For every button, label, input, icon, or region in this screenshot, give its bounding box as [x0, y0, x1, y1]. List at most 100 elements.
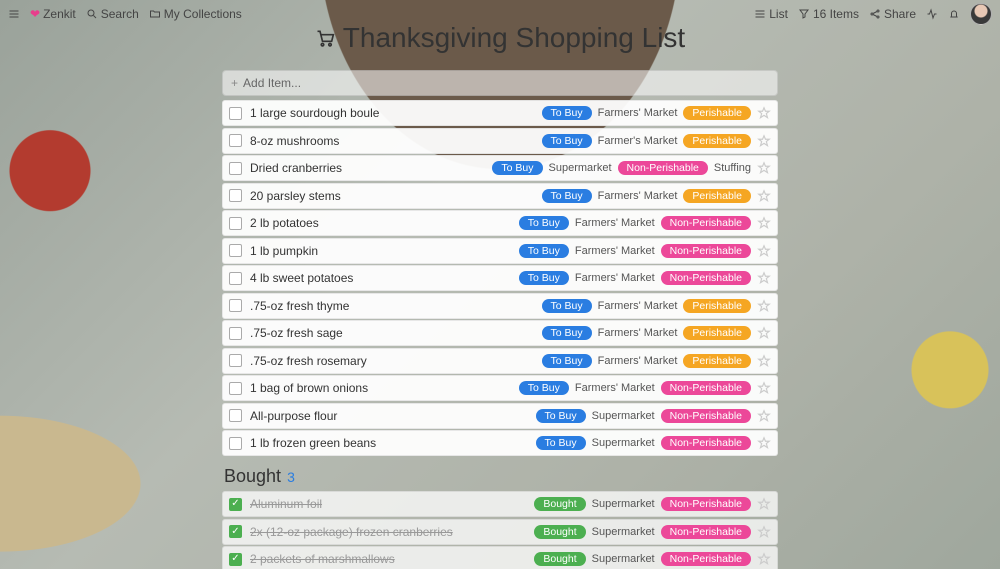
- star-icon[interactable]: [757, 409, 771, 423]
- nonperishable-pill: Non-Perishable: [661, 381, 751, 395]
- checkbox[interactable]: [229, 217, 242, 230]
- checkbox[interactable]: [229, 354, 242, 367]
- filter-icon: [798, 8, 810, 20]
- checkbox[interactable]: [229, 189, 242, 202]
- checkbox[interactable]: [229, 409, 242, 422]
- checkbox[interactable]: ✓: [229, 525, 242, 538]
- list-icon: [754, 8, 766, 20]
- checkbox[interactable]: [229, 244, 242, 257]
- star-icon[interactable]: [757, 381, 771, 395]
- list-item[interactable]: 1 large sourdough bouleTo BuyFarmers' Ma…: [222, 100, 778, 126]
- source-label: Supermarket: [592, 526, 655, 538]
- star-icon[interactable]: [757, 299, 771, 313]
- checkbox[interactable]: [229, 134, 242, 147]
- star-icon[interactable]: [757, 106, 771, 120]
- view-selector[interactable]: List: [754, 7, 788, 21]
- tobuy-pill: To Buy: [519, 271, 569, 285]
- list-item[interactable]: .75-oz fresh thymeTo BuyFarmers' MarketP…: [222, 293, 778, 319]
- list-item[interactable]: 1 bag of brown onionsTo BuyFarmers' Mark…: [222, 375, 778, 401]
- list-item[interactable]: All-purpose flourTo BuySupermarketNon-Pe…: [222, 403, 778, 429]
- item-name: 1 lb pumpkin: [250, 244, 519, 258]
- list-item[interactable]: Dried cranberriesTo BuySupermarketNon-Pe…: [222, 155, 778, 181]
- star-icon[interactable]: [757, 354, 771, 368]
- source-label: Farmer's Market: [598, 135, 678, 147]
- avatar[interactable]: [970, 3, 992, 25]
- item-name: 2 lb potatoes: [250, 216, 519, 230]
- tobuy-pill: To Buy: [542, 189, 592, 203]
- source-label: Supermarket: [592, 437, 655, 449]
- filter-button[interactable]: 16 Items: [798, 7, 859, 21]
- checkbox[interactable]: [229, 382, 242, 395]
- activity-button[interactable]: [926, 8, 938, 20]
- tobuy-pill: To Buy: [542, 106, 592, 120]
- list-item[interactable]: 1 lb pumpkinTo BuyFarmers' MarketNon-Per…: [222, 238, 778, 264]
- star-icon[interactable]: [757, 189, 771, 203]
- list-item[interactable]: 20 parsley stemsTo BuyFarmers' MarketPer…: [222, 183, 778, 209]
- view-label: List: [769, 7, 788, 21]
- checkbox[interactable]: [229, 437, 242, 450]
- collections-link[interactable]: My Collections: [149, 7, 242, 21]
- list-item[interactable]: .75-oz fresh rosemaryTo BuyFarmers' Mark…: [222, 348, 778, 374]
- collections-label: My Collections: [164, 7, 242, 21]
- list-item[interactable]: ✓2x (12-oz package) frozen cranberriesBo…: [222, 519, 778, 545]
- checkbox[interactable]: [229, 272, 242, 285]
- star-icon[interactable]: [757, 216, 771, 230]
- list-item[interactable]: 8-oz mushroomsTo BuyFarmer's MarketPeris…: [222, 128, 778, 154]
- menu-button[interactable]: [8, 8, 20, 20]
- list-item[interactable]: ✓2 packets of marshmallowsBoughtSupermar…: [222, 546, 778, 569]
- item-name: Dried cranberries: [250, 161, 492, 175]
- list-item[interactable]: 2 lb potatoesTo BuyFarmers' MarketNon-Pe…: [222, 210, 778, 236]
- item-tags: To BuyFarmers' MarketPerishable: [542, 326, 751, 340]
- checkbox[interactable]: [229, 327, 242, 340]
- bell-icon: [948, 8, 960, 20]
- checkbox[interactable]: [229, 162, 242, 175]
- share-icon: [869, 8, 881, 20]
- star-icon[interactable]: [757, 244, 771, 258]
- perishable-pill: Perishable: [683, 134, 751, 148]
- star-icon[interactable]: [757, 552, 771, 566]
- tobuy-pill: To Buy: [519, 216, 569, 230]
- list-item[interactable]: .75-oz fresh sageTo BuyFarmers' MarketPe…: [222, 320, 778, 346]
- nonperishable-pill: Non-Perishable: [661, 497, 751, 511]
- star-icon[interactable]: [757, 134, 771, 148]
- item-tags: To BuyFarmers' MarketNon-Perishable: [519, 244, 751, 258]
- item-tags: To Buy Supermarket Non-Perishable: [536, 436, 751, 450]
- bought-section-label: Bought: [224, 466, 281, 487]
- star-icon[interactable]: [757, 436, 771, 450]
- star-icon[interactable]: [757, 161, 771, 175]
- star-icon[interactable]: [757, 497, 771, 511]
- search-button[interactable]: Search: [86, 7, 139, 21]
- nonperishable-pill: Non-Perishable: [661, 436, 751, 450]
- item-tags: BoughtSupermarketNon-Perishable: [534, 552, 751, 566]
- bought-section-count: 3: [287, 469, 295, 485]
- item-name: 4 lb sweet potatoes: [250, 271, 519, 285]
- source-label: Farmers' Market: [575, 382, 655, 394]
- share-button[interactable]: Share: [869, 7, 916, 21]
- star-icon[interactable]: [757, 525, 771, 539]
- source-label: Farmers' Market: [575, 217, 655, 229]
- source-label: Supermarket: [592, 410, 655, 422]
- brand-link[interactable]: ❤ Zenkit: [30, 7, 76, 21]
- checkbox[interactable]: [229, 107, 242, 120]
- add-item-input[interactable]: + Add Item...: [222, 70, 778, 96]
- star-icon[interactable]: [757, 326, 771, 340]
- source-label: Farmers' Market: [575, 245, 655, 257]
- source-label: Farmers' Market: [598, 107, 678, 119]
- bought-pill: Bought: [534, 525, 585, 539]
- list-item[interactable]: 1 lb frozen green beansTo Buy Supermarket…: [222, 430, 778, 456]
- checkbox[interactable]: ✓: [229, 553, 242, 566]
- item-tags: To BuyFarmers' MarketPerishable: [542, 189, 751, 203]
- star-icon[interactable]: [757, 271, 771, 285]
- perishable-pill: Perishable: [683, 106, 751, 120]
- list-item[interactable]: ✓Aluminum foilBoughtSupermarketNon-Peris…: [222, 491, 778, 517]
- plus-icon: +: [231, 76, 238, 90]
- top-bar: ❤ Zenkit Search My Collections List 16 I…: [0, 0, 1000, 28]
- perishable-pill: Perishable: [683, 354, 751, 368]
- tobuy-pill: To Buy: [536, 436, 586, 450]
- bought-section-header: Bought 3: [224, 466, 778, 487]
- item-name: 1 lb frozen green beans: [250, 436, 536, 450]
- checkbox[interactable]: ✓: [229, 498, 242, 511]
- checkbox[interactable]: [229, 299, 242, 312]
- notifications-button[interactable]: [948, 8, 960, 20]
- list-item[interactable]: 4 lb sweet potatoesTo BuyFarmers' Market…: [222, 265, 778, 291]
